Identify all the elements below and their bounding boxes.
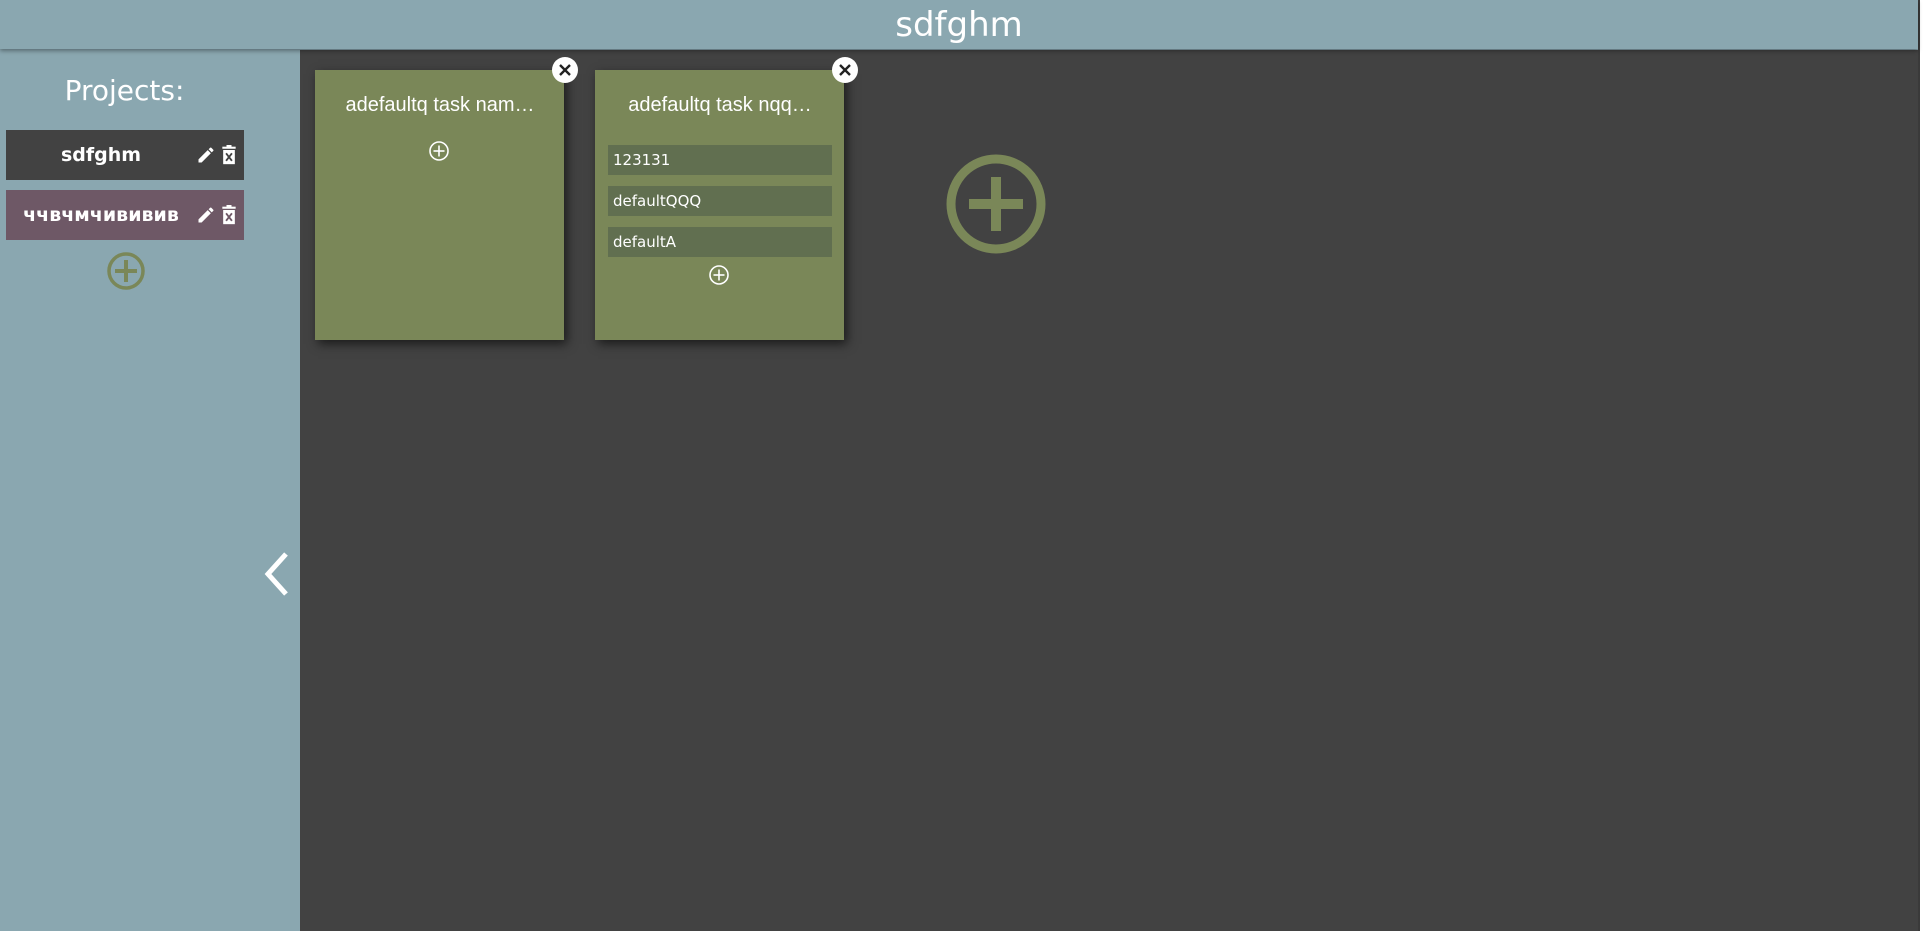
project-name: sdfghm — [60, 144, 142, 166]
add-project-icon[interactable] — [106, 251, 146, 291]
page-title: sdfghm — [895, 4, 1023, 45]
close-icon — [839, 64, 851, 76]
close-card-button[interactable] — [832, 57, 858, 83]
app-header: sdfghm — [0, 0, 1918, 49]
task-card[interactable]: adefaultq task nqq… 123131 defaultQQQ de… — [595, 57, 858, 340]
window-edge — [1918, 0, 1923, 931]
add-card-icon[interactable] — [945, 153, 1047, 255]
sidebar-title: Projects: — [64, 74, 185, 107]
project-item-active[interactable]: sdfghm — [6, 130, 244, 180]
task-board: adefaultq task nam… adefaultq task nqq… … — [300, 50, 1918, 931]
task-card[interactable]: adefaultq task nam… — [315, 57, 578, 340]
add-task-icon[interactable] — [428, 140, 450, 162]
edit-icon[interactable] — [196, 145, 216, 165]
delete-icon[interactable] — [220, 205, 238, 225]
task-item[interactable]: defaultA — [608, 227, 832, 257]
delete-icon[interactable] — [220, 145, 238, 165]
sidebar-toggle[interactable] — [250, 50, 299, 931]
close-icon — [559, 64, 571, 76]
task-item[interactable]: 123131 — [608, 145, 832, 175]
project-name: ччвчмчививив — [23, 204, 179, 226]
projects-sidebar — [0, 50, 249, 931]
card-title: adefaultq task nam… — [345, 94, 535, 116]
project-item[interactable]: ччвчмчививив — [6, 190, 244, 240]
task-item[interactable]: defaultQQQ — [608, 186, 832, 216]
chevron-left-icon[interactable] — [262, 550, 290, 598]
close-card-button[interactable] — [552, 57, 578, 83]
card-title: adefaultq task nqq… — [628, 94, 812, 116]
edit-icon[interactable] — [196, 205, 216, 225]
add-task-icon[interactable] — [708, 264, 730, 286]
